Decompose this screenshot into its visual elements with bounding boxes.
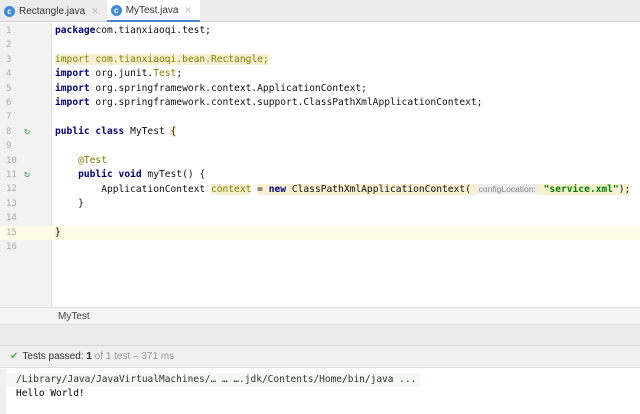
- code-token: MyTest: [124, 125, 171, 137]
- line-number: 5: [6, 83, 12, 94]
- code-token: public class: [55, 125, 125, 137]
- code-token: org.springframework.context.support.Clas…: [89, 97, 483, 108]
- line-number: 11: [6, 170, 17, 180]
- code-token: org.junit.: [89, 68, 154, 80]
- code-token: ClassPathXmlApplicationContext(: [286, 184, 477, 196]
- code-line[interactable]: 12 ApplicationContext context = new Clas…: [0, 182, 640, 196]
- line-number: 1: [6, 26, 12, 36]
- run-test-icon[interactable]: ↻: [24, 125, 30, 139]
- code-token: public void: [78, 169, 142, 180]
- console-output[interactable]: /Library/Java/JavaVirtualMachines/… … ….…: [0, 369, 640, 414]
- code-token: import com.tianxiaoqi.bean.Rectangle;: [55, 53, 269, 65]
- code-token: import: [55, 82, 90, 94]
- breadcrumb-item[interactable]: MyTest: [58, 311, 90, 322]
- code-token: "service.xml": [543, 184, 619, 196]
- code-text: }: [55, 226, 61, 240]
- code-line[interactable]: 4 import org.junit.Test;: [0, 67, 640, 81]
- code-line[interactable]: 14: [0, 211, 640, 225]
- code-text: import com.tianxiaoqi.bean.Rectangle;: [55, 53, 269, 67]
- console-command: /Library/Java/JavaVirtualMachines/… … ….…: [6, 373, 421, 387]
- code-token: org.springframework.context.ApplicationC…: [89, 82, 367, 94]
- code-token: {: [170, 125, 177, 137]
- console-line: Hello World!: [16, 388, 85, 399]
- code-line[interactable]: 10 @Test: [0, 154, 640, 168]
- code-line[interactable]: 3 import com.tianxiaoqi.bean.Rectangle;: [0, 53, 640, 67]
- line-number: 7: [6, 112, 12, 123]
- code-line[interactable]: 8 ↻ public class MyTest {: [0, 125, 640, 139]
- tab-rectangle-java[interactable]: c Rectangle.java ✕: [0, 0, 107, 22]
- tool-window-header: [0, 325, 640, 346]
- java-class-icon: c: [110, 4, 122, 16]
- line-number: 14: [6, 213, 17, 224]
- status-label: Tests passed:: [22, 351, 87, 362]
- breadcrumb[interactable]: MyTest: [0, 307, 640, 325]
- tab-label: MyTest.java: [125, 4, 179, 16]
- check-icon: ✔: [10, 351, 19, 362]
- code-text: @Test: [55, 154, 107, 168]
- line-number: 16: [6, 242, 17, 252]
- close-icon[interactable]: ✕: [185, 5, 193, 16]
- line-number: 15: [6, 227, 17, 238]
- status-detail: of 1 test – 371 ms: [91, 351, 175, 362]
- code-token: context: [210, 184, 252, 196]
- code-token: @Test: [78, 154, 107, 166]
- line-number: 9: [6, 141, 12, 152]
- code-token: }: [55, 197, 84, 209]
- line-number: 3: [6, 54, 12, 65]
- code-line[interactable]: 11 ↻ public void myTest() {: [0, 168, 640, 182]
- line-number: 13: [6, 198, 17, 209]
- tab-label: Rectangle.java: [19, 5, 86, 17]
- code-line[interactable]: 1 packagecom.tianxiaoqi.test;: [0, 24, 640, 38]
- tab-mytest-java[interactable]: c MyTest.java ✕: [106, 0, 201, 22]
- code-token: ApplicationContext: [55, 184, 211, 196]
- line-number: 4: [6, 69, 12, 80]
- code-token: import: [55, 68, 90, 80]
- code-text: import org.springframework.context.suppo…: [55, 96, 482, 110]
- code-line[interactable]: 2: [0, 38, 640, 52]
- code-token: [537, 184, 544, 196]
- code-token: Test: [153, 68, 177, 80]
- code-line[interactable]: 16: [0, 240, 640, 254]
- code-text: }: [55, 197, 84, 211]
- line-number: 8: [6, 126, 12, 137]
- code-text: public void myTest() {: [55, 168, 205, 182]
- code-token: new: [268, 184, 287, 196]
- code-token: com.tianxiaoqi.test;: [95, 25, 211, 36]
- run-test-icon[interactable]: ↻: [24, 168, 30, 182]
- code-token: =: [257, 184, 269, 196]
- code-line[interactable]: 7: [0, 110, 640, 124]
- code-text: import org.junit.Test;: [55, 67, 182, 81]
- code-token: configLocation:: [476, 184, 538, 195]
- code-token: package: [55, 25, 96, 36]
- test-status: ✔ Tests passed: 1 of 1 test – 371 ms: [0, 346, 640, 368]
- code-token: import: [55, 97, 90, 108]
- code-text: import org.springframework.context.Appli…: [55, 82, 367, 96]
- code-line[interactable]: 15}: [0, 225, 640, 240]
- line-number: 2: [6, 40, 12, 51]
- code-text: ApplicationContext context = new ClassPa…: [55, 182, 631, 197]
- code-line[interactable]: 6 import org.springframework.context.supp…: [0, 96, 640, 110]
- code-token: ;: [176, 68, 183, 80]
- close-icon[interactable]: ✕: [91, 6, 99, 17]
- code-text: public class MyTest {: [55, 125, 177, 139]
- editor-tabs: c Rectangle.java ✕ c MyTest.java ✕: [0, 0, 640, 22]
- code-line[interactable]: 5 import org.springframework.context.Appl…: [0, 82, 640, 96]
- code-line[interactable]: 9: [0, 139, 640, 153]
- code-token: }: [55, 226, 61, 238]
- code-token: );: [618, 184, 631, 196]
- line-number: 6: [6, 98, 12, 108]
- line-number: 10: [6, 155, 17, 166]
- code-token: myTest() {: [141, 169, 206, 180]
- code-editor[interactable]: 1 packagecom.tianxiaoqi.test; 2 3 import com…: [0, 23, 640, 307]
- code-text: packagecom.tianxiaoqi.test;: [55, 24, 211, 38]
- code-line[interactable]: 13 }: [0, 197, 640, 211]
- line-number: 12: [6, 184, 17, 195]
- java-class-icon: c: [4, 5, 15, 17]
